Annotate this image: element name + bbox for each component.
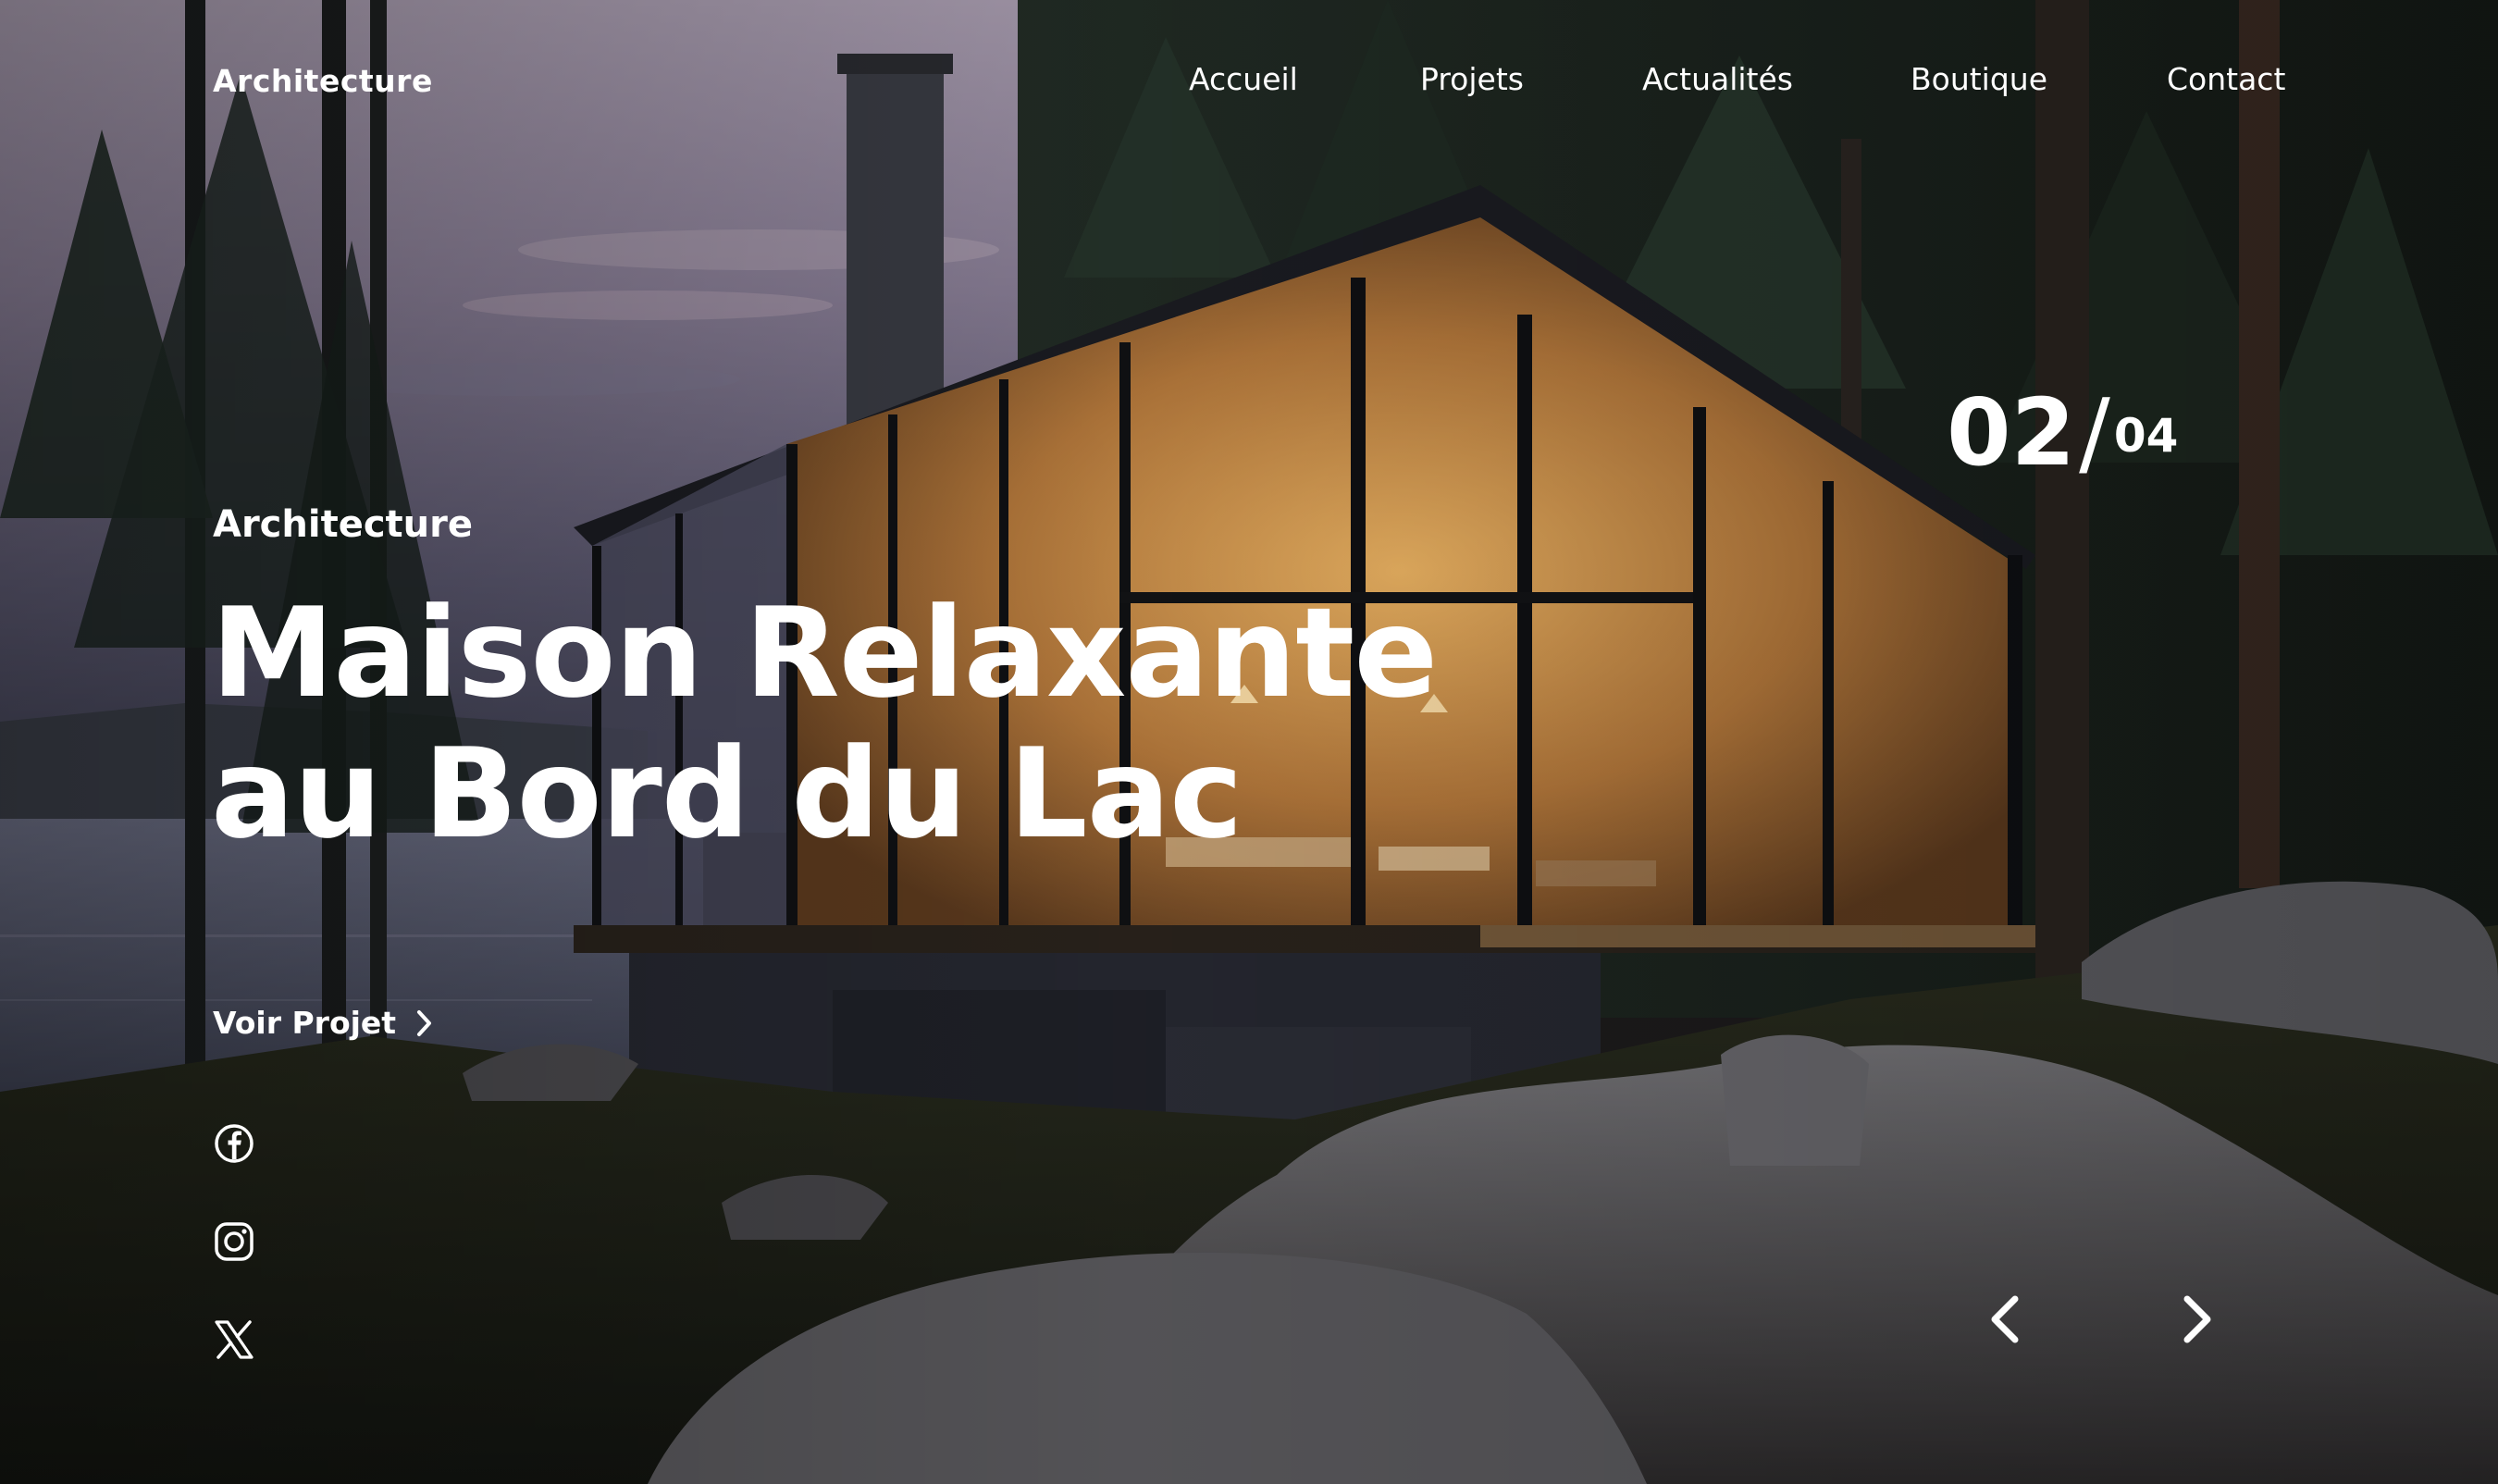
hero-category: Architecture (213, 503, 473, 546)
nav-item-accueil[interactable]: Accueil (1189, 61, 1298, 97)
hero-title-line-2: au Bord du Lac (211, 722, 1243, 866)
nav-item-actualites[interactable]: Actualités (1642, 61, 1793, 97)
nav-item-contact[interactable]: Contact (2167, 61, 2285, 97)
slide-total: 04 (2113, 409, 2179, 463)
hero-title: Maison Relaxante au Bord du Lac (211, 581, 1438, 866)
facebook-icon[interactable] (213, 1122, 255, 1165)
brand-logo[interactable]: Architecture (213, 63, 433, 99)
next-slide-arrow-icon[interactable] (2170, 1292, 2222, 1347)
prev-slide-arrow-icon[interactable] (1980, 1292, 2032, 1347)
x-icon[interactable] (213, 1318, 255, 1361)
slide-current: 02 (1947, 378, 2076, 487)
slide-counter: 02/04 (1947, 387, 2178, 479)
nav-item-projets[interactable]: Projets (1420, 61, 1524, 97)
slide-separator: / (2079, 378, 2110, 487)
nav-item-boutique[interactable]: Boutique (1911, 61, 2047, 97)
chevron-right-icon (417, 1009, 432, 1036)
instagram-icon[interactable] (213, 1220, 255, 1263)
hero-page: Architecture Accueil Projets Actualités … (0, 0, 2498, 1484)
hero-title-line-1: Maison Relaxante (211, 581, 1438, 725)
view-project-label: Voir Projet (213, 1005, 397, 1041)
main-nav: Accueil Projets Actualités Boutique Cont… (1175, 61, 2294, 104)
view-project-link[interactable]: Voir Projet (213, 1005, 433, 1041)
